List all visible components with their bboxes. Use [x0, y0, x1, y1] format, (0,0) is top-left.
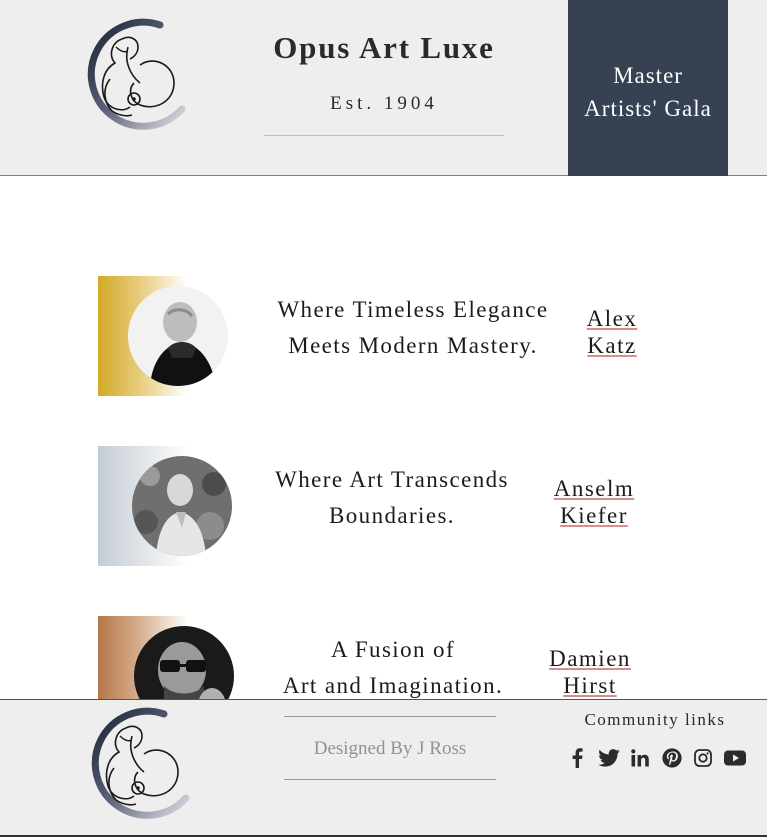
artist-row-damien-hirst: A Fusion of Art and Imagination. Damien …: [98, 616, 658, 699]
instagram-icon[interactable]: [692, 747, 714, 769]
master-artists-gala-button[interactable]: Master Artists' Gala: [568, 0, 728, 176]
designer-divider-top: [284, 716, 496, 717]
tagline-3: A Fusion of Art and Imagination.: [282, 637, 504, 698]
designer-credit: Designed By J Ross: [313, 738, 467, 759]
site-header: Opus Art Luxe Est. 1904 Master Artists' …: [0, 0, 767, 176]
linkedin-icon[interactable]: [629, 747, 651, 769]
artist-row-anselm-kiefer: Where Art Transcends Boundaries. Anselm …: [98, 446, 658, 566]
gala-label-line2: Artists' Gala: [584, 96, 712, 121]
artist-link-anselm-kiefer[interactable]: Anselm Kiefer: [550, 475, 638, 529]
artist-link-damien-hirst[interactable]: Damien Hirst: [544, 645, 636, 699]
artist-portrait-alex-katz: [128, 286, 228, 386]
community-links-label: Community links: [584, 710, 726, 729]
brand-title: Opus Art Luxe: [273, 30, 495, 65]
artist-link-alex-katz[interactable]: Alex Katz: [576, 305, 648, 359]
established-year: Est. 1904: [330, 93, 438, 114]
artist-portrait-anselm-kiefer: [132, 456, 232, 556]
social-links: [566, 747, 746, 769]
twitter-icon[interactable]: [597, 747, 620, 769]
artist-row-alex-katz: Where Timeless Elegance Meets Modern Mas…: [98, 276, 658, 396]
designer-divider-bottom: [284, 779, 496, 780]
facebook-icon[interactable]: [566, 747, 588, 769]
brand-logo-icon[interactable]: [82, 17, 192, 135]
title-divider: [264, 135, 504, 136]
gala-label-line1: Master: [613, 63, 683, 88]
footer-logo-icon[interactable]: [86, 706, 196, 824]
tagline-1: Where Timeless Elegance Meets Modern Mas…: [277, 297, 549, 358]
tagline-2: Where Art Transcends Boundaries.: [275, 467, 509, 528]
site-footer: Designed By J Ross Community links: [0, 699, 767, 837]
pinterest-icon[interactable]: [661, 747, 683, 769]
youtube-icon[interactable]: [723, 747, 746, 769]
artist-list: Where Timeless Elegance Meets Modern Mas…: [0, 177, 767, 699]
